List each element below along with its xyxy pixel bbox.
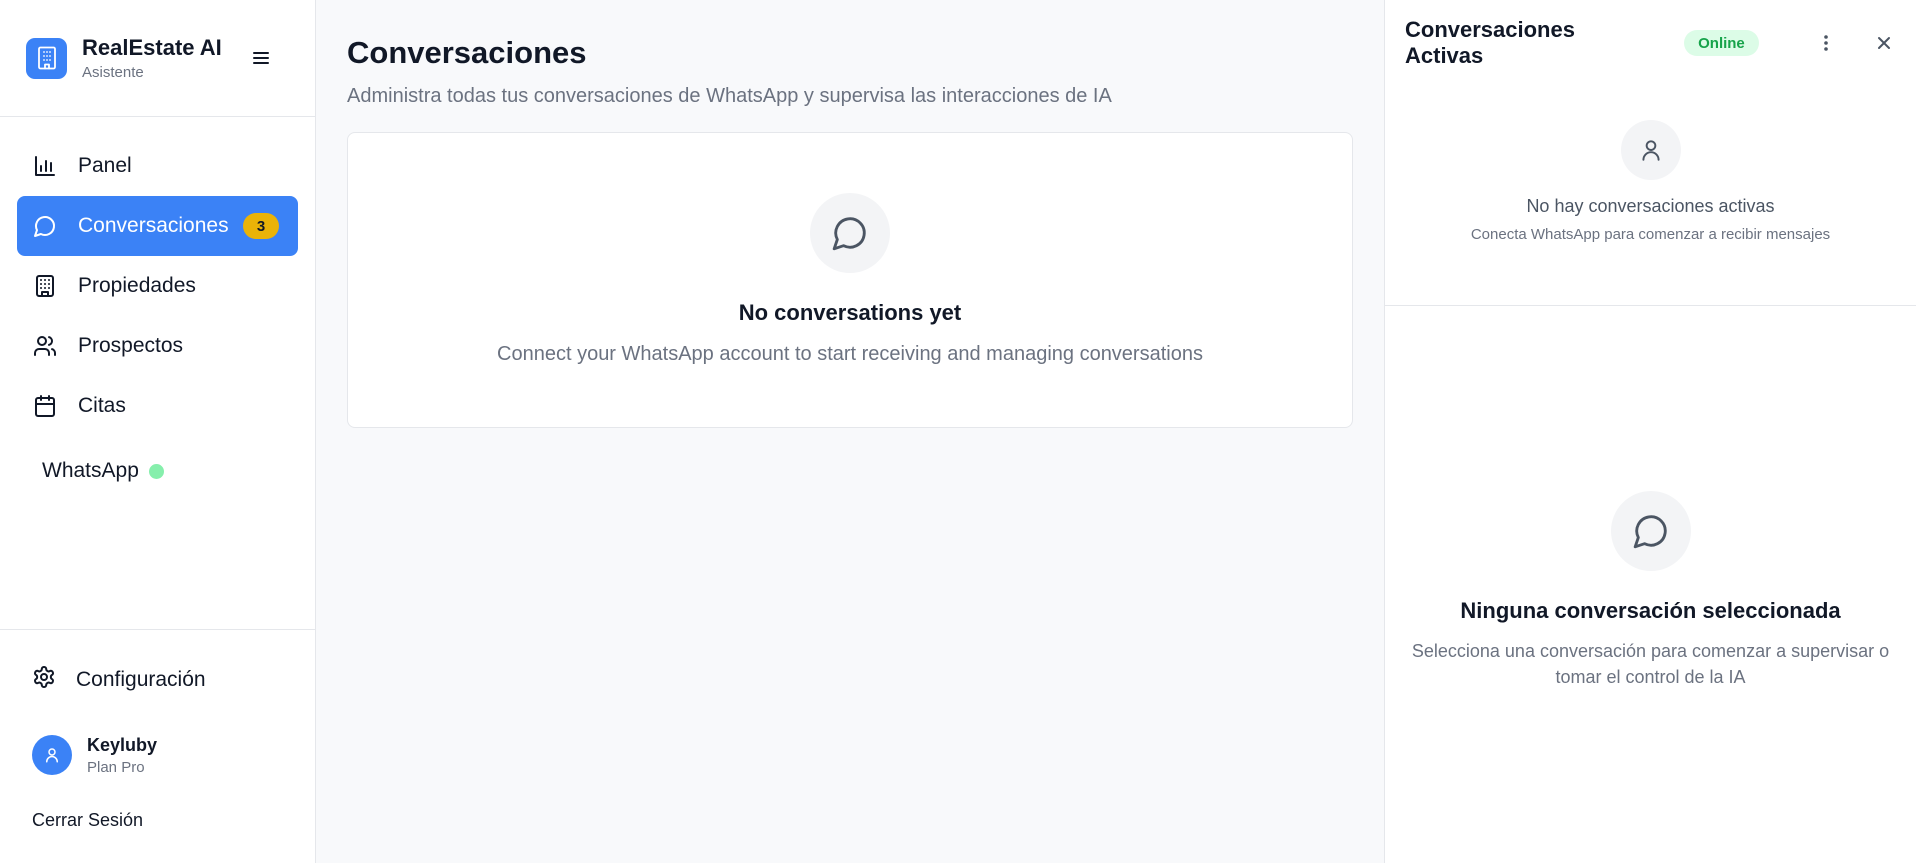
page-subtitle: Administra todas tus conversaciones de W… (347, 85, 1112, 107)
sidebar: RealEstate AI Asistente Panel Conversaci… (0, 0, 316, 863)
user-profile[interactable]: Keyluby Plan Pro (17, 732, 298, 778)
more-vertical-icon[interactable] (1815, 31, 1838, 55)
online-status-badge: Online (1684, 30, 1759, 56)
nav-item-prospectos[interactable]: Prospectos (17, 316, 298, 376)
user-icon (46, 748, 58, 763)
no-active-title: No hay conversaciones activas (1526, 196, 1775, 216)
nav-item-label: Propiedades (78, 274, 196, 297)
logout-button[interactable]: Cerrar Sesión (17, 810, 298, 831)
sidebar-footer: Configuración Keyluby Plan Pro Cerrar Se… (0, 629, 315, 831)
user-plan: Plan Pro (87, 758, 145, 776)
nav-item-propiedades[interactable]: Propiedades (17, 256, 298, 316)
user-icon (1620, 120, 1681, 180)
app-root: RealEstate AI Asistente Panel Conversaci… (0, 0, 1916, 863)
empty-state-title: No conversations yet (738, 300, 962, 325)
conversations-empty-state: No conversations yet Connect your WhatsA… (347, 132, 1353, 428)
no-active-subtitle: Conecta WhatsApp para comenzar a recibir… (1470, 226, 1831, 243)
nav-item-conversaciones[interactable]: Conversaciones 3 (17, 196, 298, 256)
avatar (32, 735, 72, 775)
whatsapp-label: WhatsApp (42, 459, 139, 482)
settings-label: Configuración (76, 668, 206, 691)
conversation-detail-empty: Ninguna conversación seleccionada Selecc… (1385, 306, 1916, 863)
unread-count-badge: 3 (243, 213, 279, 239)
users-icon (32, 333, 58, 359)
nav-item-citas[interactable]: Citas (17, 376, 298, 436)
building-logo-icon (26, 37, 67, 79)
active-conversations-panel: Conversaciones Activas Online No hay con… (1384, 0, 1916, 863)
building-icon (32, 273, 58, 299)
connection-status-dot (148, 463, 164, 479)
hamburger-menu-icon[interactable] (249, 46, 273, 70)
none-selected-subtitle: Selecciona una conversación para comenza… (1411, 641, 1890, 687)
user-name: Keyluby (87, 734, 158, 755)
nav-item-label: Prospectos (78, 334, 184, 357)
gear-icon (32, 665, 56, 695)
nav-item-label: Panel (78, 154, 132, 177)
empty-state-subtitle: Connect your WhatsApp account to start r… (497, 343, 1203, 365)
none-selected-title: Ninguna conversación seleccionada (1460, 598, 1841, 623)
panel-title: Conversaciones Activas (1405, 17, 1575, 68)
close-icon[interactable] (1873, 31, 1896, 55)
brand-header: RealEstate AI Asistente (0, 0, 315, 117)
brand-subtitle: Asistente (82, 64, 144, 81)
nav-item-configuracion[interactable]: Configuración (17, 650, 298, 710)
page-title: Conversaciones (347, 35, 587, 70)
panel-header: Conversaciones Activas Online (1385, 0, 1916, 86)
main-content: Conversaciones Administra todas tus conv… (316, 0, 1384, 863)
nav-item-panel[interactable]: Panel (17, 136, 298, 196)
calendar-icon (32, 393, 58, 419)
bar-chart-icon (32, 153, 58, 179)
main-nav: Panel Conversaciones 3 Propiedades Prosp… (0, 117, 315, 436)
no-active-conversations: No hay conversaciones activas Conecta Wh… (1385, 86, 1916, 243)
nav-item-label: Citas (78, 394, 126, 417)
whatsapp-status[interactable]: WhatsApp (42, 446, 315, 496)
brand-title: RealEstate AI (82, 35, 222, 60)
message-circle-icon (32, 213, 58, 239)
active-conversations-list: Conversaciones Activas Online No hay con… (1385, 0, 1916, 306)
message-circle-icon (1610, 491, 1691, 571)
nav-item-label: Conversaciones (78, 214, 229, 237)
message-circle-icon (810, 193, 890, 273)
